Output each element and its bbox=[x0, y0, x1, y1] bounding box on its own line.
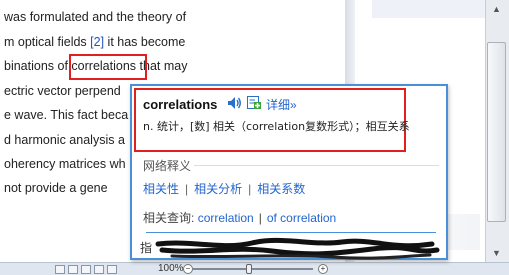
doc-line-8: not provide a gene bbox=[4, 181, 108, 195]
related-queries: 相关查询: correlation | of correlation bbox=[143, 209, 336, 226]
doc-line-1: was formulated and the theory of bbox=[4, 10, 187, 24]
draft-view-button[interactable] bbox=[107, 265, 117, 274]
zoom-out-button[interactable]: − bbox=[183, 264, 193, 274]
headword: correlations bbox=[143, 97, 218, 112]
doc-line-5: e wave. This fact beca bbox=[4, 108, 129, 122]
obscured-prefix: 指 bbox=[140, 240, 152, 255]
separator: | bbox=[248, 182, 252, 196]
outline-view-button[interactable] bbox=[94, 265, 104, 274]
scrollbar-thumb[interactable] bbox=[487, 42, 506, 222]
add-to-wordbook-icon[interactable] bbox=[247, 96, 261, 110]
status-bar: 100% − + bbox=[0, 262, 509, 275]
doc-text: binations of bbox=[4, 59, 72, 73]
doc-line-7: oherency matrices wh bbox=[4, 157, 126, 171]
scroll-up-arrow-icon[interactable]: ▲ bbox=[487, 2, 506, 16]
doc-line-6: d harmonic analysis a bbox=[4, 133, 125, 147]
zoom-slider-handle[interactable] bbox=[246, 264, 252, 274]
print-layout-view-button[interactable] bbox=[55, 265, 65, 274]
citation-link[interactable]: [2] bbox=[90, 35, 104, 49]
related-query-link[interactable]: of correlation bbox=[267, 211, 336, 225]
side-pane-header bbox=[372, 0, 485, 18]
fullscreen-view-button[interactable] bbox=[68, 265, 78, 274]
scroll-down-arrow-icon[interactable]: ▼ bbox=[487, 246, 506, 260]
separator: | bbox=[185, 182, 189, 196]
zoom-in-button[interactable]: + bbox=[318, 264, 328, 274]
zoom-level[interactable]: 100% bbox=[158, 263, 184, 274]
redaction-scribble: 指 bbox=[140, 237, 440, 260]
web-layout-view-button[interactable] bbox=[81, 265, 91, 274]
web-definition-item[interactable]: 相关系数 bbox=[257, 182, 305, 196]
web-definitions-title: 网络释义 bbox=[143, 159, 192, 173]
separator: | bbox=[258, 211, 262, 225]
section-divider bbox=[194, 165, 439, 166]
definition-text: n. 统计，[数] 相关（correlation复数形式）；相互关系 bbox=[143, 120, 410, 133]
web-definition-item[interactable]: 相关分析 bbox=[194, 182, 242, 196]
footer-divider bbox=[146, 232, 436, 233]
doc-text: it has become bbox=[104, 35, 186, 49]
doc-line-2: m optical fields [2] it has become bbox=[4, 35, 185, 49]
speaker-icon[interactable] bbox=[226, 95, 242, 111]
web-definitions-list: 相关性 | 相关分析 | 相关系数 bbox=[143, 180, 305, 197]
dictionary-popup: correlations 详细» n. 统计，[数] 相关（correlatio… bbox=[130, 84, 448, 260]
related-queries-label: 相关查询: bbox=[143, 211, 195, 225]
related-query-link[interactable]: correlation bbox=[198, 211, 254, 225]
doc-text: m optical fields bbox=[4, 35, 91, 49]
doc-line-4: ectric vector perpend bbox=[4, 84, 121, 98]
zoom-slider[interactable] bbox=[193, 268, 313, 270]
detail-link[interactable]: 详细» bbox=[266, 96, 297, 113]
web-definition-item[interactable]: 相关性 bbox=[143, 182, 179, 196]
word-highlight-box bbox=[69, 54, 147, 80]
